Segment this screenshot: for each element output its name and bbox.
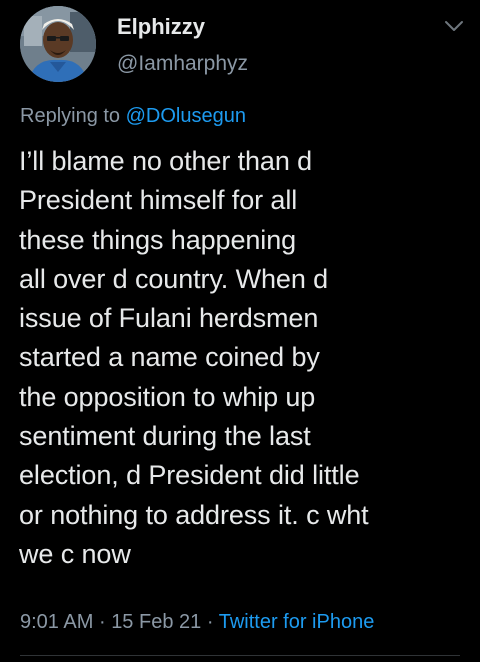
tweet-time[interactable]: 9:01 AM <box>20 611 93 633</box>
chevron-down-icon[interactable] <box>443 18 465 34</box>
avatar[interactable] <box>20 6 96 82</box>
author-handle[interactable]: @Iamharphyz <box>117 51 248 77</box>
tweet-meta: 9:01 AM · 15 Feb 21 · Twitter for iPhone <box>20 608 374 636</box>
profile-avatar-icon <box>20 6 96 82</box>
tweet-text: I’ll blame no other than d President him… <box>19 146 369 569</box>
meta-separator: · <box>98 611 106 633</box>
divider <box>20 655 460 656</box>
meta-separator: · <box>206 611 214 633</box>
tweet-date[interactable]: 15 Feb 21 <box>111 611 201 633</box>
replying-to-handle-link[interactable]: @DOlusegun <box>126 105 246 127</box>
tweet-detail: Elphizzy @Iamharphyz Replying to @DOluse… <box>0 0 480 662</box>
tweet-source-link[interactable]: Twitter for iPhone <box>219 611 375 633</box>
replying-to-label: Replying to <box>20 105 121 127</box>
replying-to: Replying to @DOlusegun <box>20 102 246 130</box>
author-display-name[interactable]: Elphizzy <box>117 14 205 40</box>
